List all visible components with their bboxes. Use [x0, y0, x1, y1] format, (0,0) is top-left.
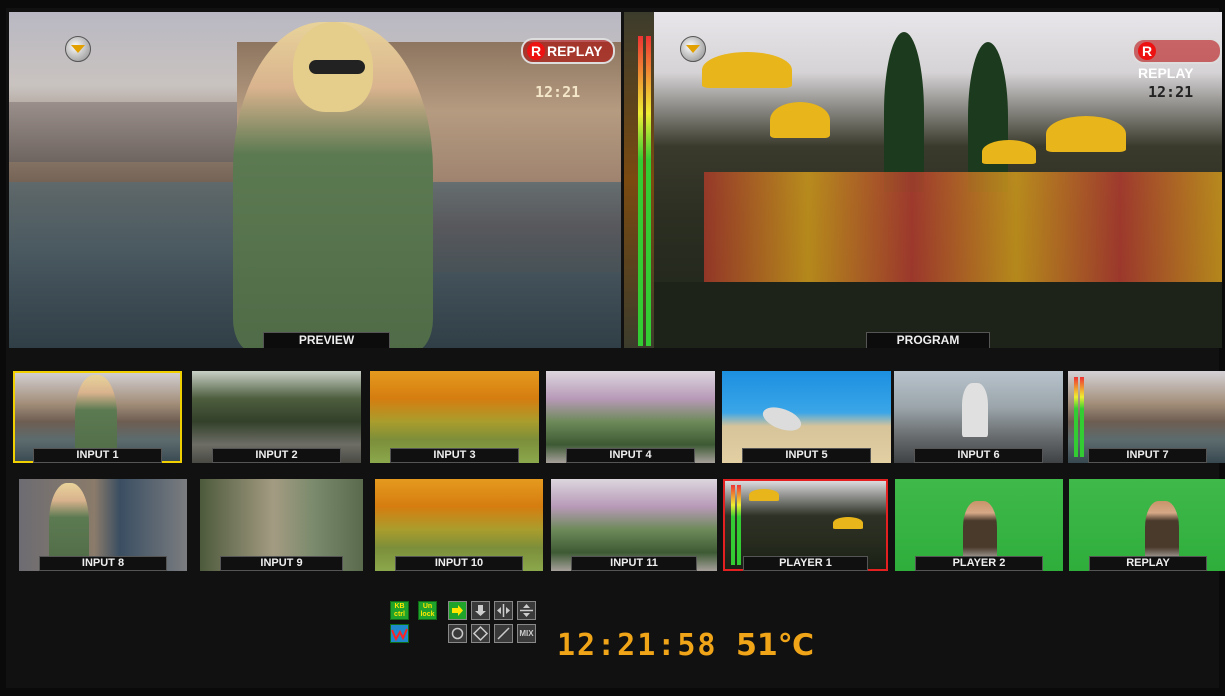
- procession: [704, 172, 1222, 292]
- replay-badge: RREPLAY: [521, 38, 615, 64]
- player-1-thumb[interactable]: PLAYER 1: [723, 479, 888, 571]
- program-label: PROGRAM: [866, 332, 990, 348]
- umbrella: [1046, 116, 1126, 152]
- input-5-thumb[interactable]: INPUT 5: [722, 371, 891, 463]
- umbrella: [702, 52, 792, 88]
- input-grid: INPUT 1 INPUT 2 INPUT 3 INPUT 4 INPUT 5 …: [13, 369, 1225, 589]
- vu-meter: [1080, 377, 1084, 457]
- unlock-button[interactable]: Un lock: [418, 601, 437, 620]
- program-window[interactable]: RREPLAY 12:21 PROGRAM: [624, 12, 1222, 348]
- temperature: 51℃: [736, 628, 815, 663]
- input-label: INPUT 1: [33, 448, 162, 463]
- input-label: REPLAY: [1089, 556, 1207, 571]
- input-label: PLAYER 1: [743, 556, 868, 571]
- circle-wipe-icon[interactable]: [448, 624, 467, 643]
- input-4-thumb[interactable]: INPUT 4: [546, 371, 715, 463]
- diamond-wipe-icon[interactable]: [471, 624, 490, 643]
- input-label: INPUT 8: [39, 556, 167, 571]
- input-label: INPUT 7: [1088, 448, 1207, 463]
- time-overlay: 12:21: [535, 83, 581, 101]
- cypress-tree: [968, 42, 1008, 192]
- input-1-thumb[interactable]: INPUT 1: [13, 371, 182, 463]
- input-8-thumb[interactable]: INPUT 8: [19, 479, 187, 571]
- replay-thumb[interactable]: REPLAY: [1069, 479, 1225, 571]
- split-horizontal-icon[interactable]: [494, 601, 513, 620]
- input-9-thumb[interactable]: INPUT 9: [200, 479, 363, 571]
- input-3-thumb[interactable]: INPUT 3: [370, 371, 539, 463]
- replay-badge: RREPLAY: [1132, 38, 1222, 81]
- multiviewer-screen: R REPLAY 12:21 PREVIEW RREPLAY 12:21 PROG…: [6, 8, 1225, 688]
- input-7-thumb[interactable]: INPUT 7: [1068, 371, 1225, 463]
- input-6-thumb[interactable]: INPUT 6: [894, 371, 1063, 463]
- mix-icon[interactable]: MIX: [517, 624, 536, 643]
- waveform-icon[interactable]: [390, 624, 409, 643]
- diagonal-wipe-icon[interactable]: [494, 624, 513, 643]
- sunglasses: [309, 60, 365, 74]
- umbrella: [770, 102, 830, 138]
- umbrella: [749, 489, 779, 501]
- replay-r-icon: R: [1138, 42, 1156, 60]
- system-clock: 12:21:58: [557, 628, 718, 663]
- player-2-thumb[interactable]: PLAYER 2: [895, 479, 1063, 571]
- input-2-thumb[interactable]: INPUT 2: [192, 371, 361, 463]
- arrow-right-icon[interactable]: [448, 601, 467, 620]
- umbrella: [982, 140, 1036, 164]
- split-vertical-icon[interactable]: [517, 601, 536, 620]
- input-label: PLAYER 2: [915, 556, 1043, 571]
- input-label: INPUT 5: [742, 448, 871, 463]
- input-11-thumb[interactable]: INPUT 11: [551, 479, 717, 571]
- input-label: INPUT 11: [571, 556, 697, 571]
- seagull: [759, 402, 805, 436]
- umbrella: [833, 517, 863, 529]
- kb-ctrl-button[interactable]: KB ctrl: [390, 601, 409, 620]
- vu-meter-left: [638, 36, 643, 346]
- input-label: INPUT 2: [212, 448, 341, 463]
- input-label: INPUT 6: [914, 448, 1043, 463]
- source-icon: [65, 36, 91, 62]
- vu-meter: [1074, 377, 1078, 457]
- source-icon: [680, 36, 706, 62]
- cypress-tree: [884, 32, 924, 192]
- input-label: INPUT 9: [220, 556, 343, 571]
- input-label: INPUT 3: [390, 448, 519, 463]
- preview-label: PREVIEW: [263, 332, 390, 348]
- input-10-thumb[interactable]: INPUT 10: [375, 479, 543, 571]
- merlion-statue: [962, 383, 988, 437]
- vu-meter: [737, 485, 741, 565]
- vu-meter-right: [646, 36, 651, 346]
- venice-buildings: [9, 102, 239, 162]
- input-label: INPUT 4: [566, 448, 695, 463]
- input-label: INPUT 10: [395, 556, 523, 571]
- preview-window[interactable]: R REPLAY 12:21 PREVIEW: [9, 12, 621, 348]
- time-overlay: 12:21: [1148, 83, 1194, 101]
- replay-r-icon: R: [527, 42, 545, 60]
- arrow-down-icon[interactable]: [471, 601, 490, 620]
- vu-meter: [731, 485, 735, 565]
